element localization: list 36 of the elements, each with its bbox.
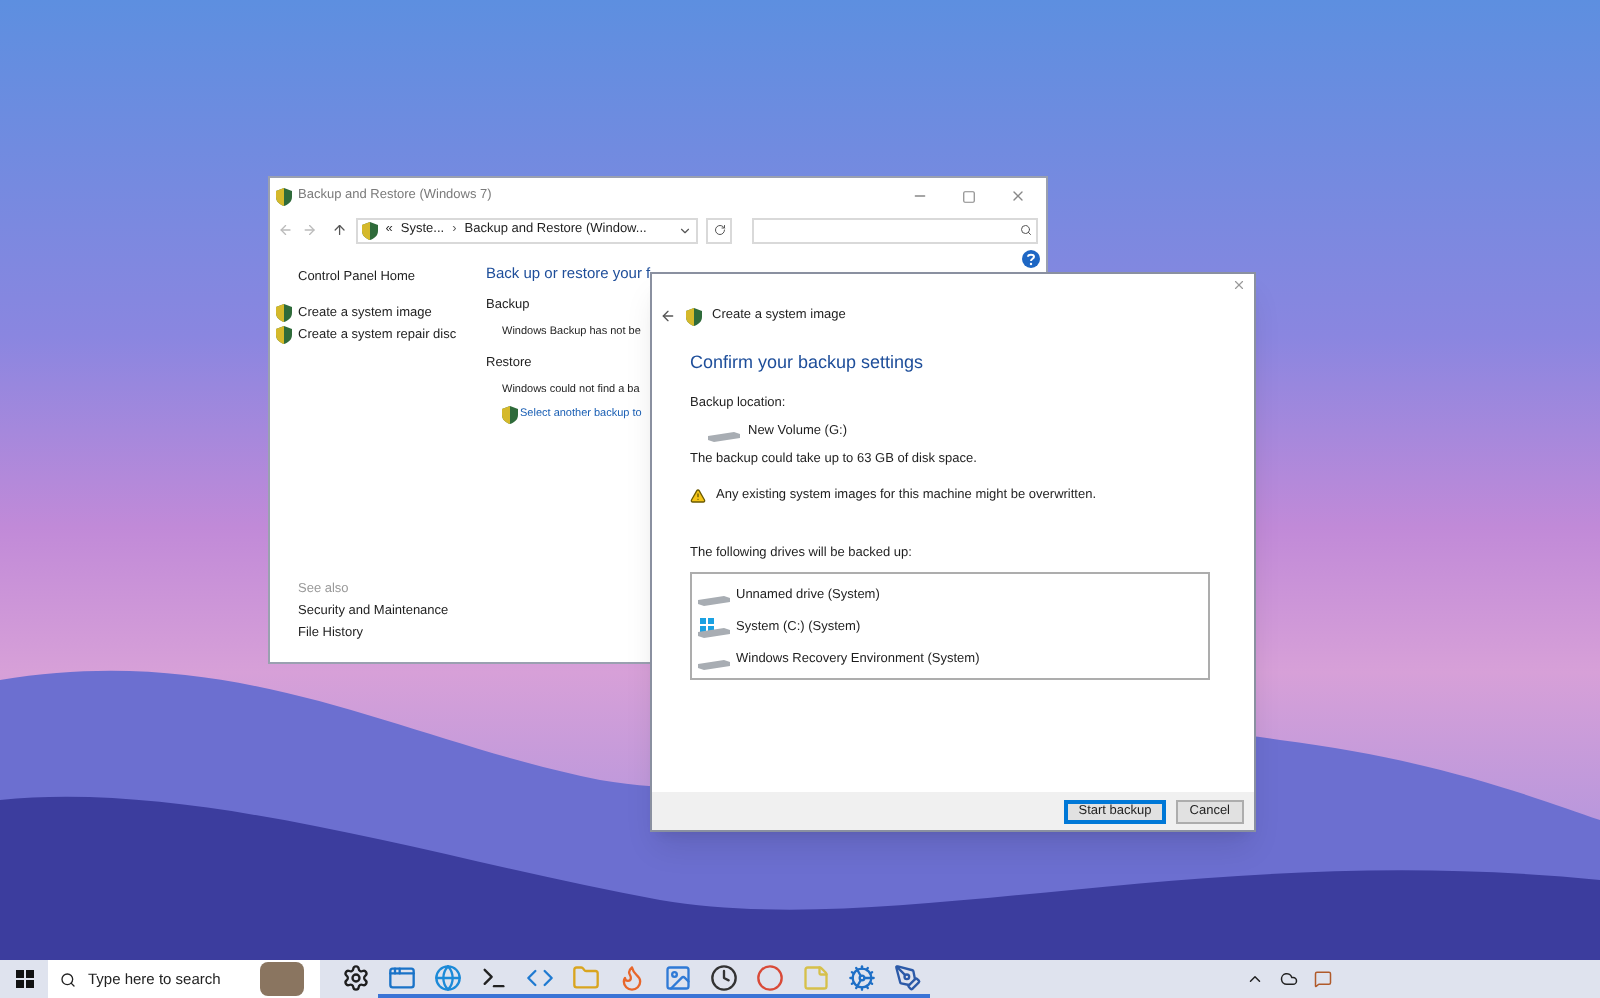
- cog-icon: [847, 963, 875, 991]
- shield-icon: [276, 304, 292, 322]
- windows-drive-icon: [698, 617, 730, 637]
- up-icon[interactable]: [332, 222, 348, 238]
- shield-icon: [502, 405, 518, 424]
- note-icon: [801, 963, 829, 991]
- help-icon[interactable]: [1022, 250, 1040, 268]
- chevron-up-icon[interactable]: [1246, 970, 1264, 988]
- folder-icon: [571, 963, 599, 991]
- chat-icon[interactable]: [1314, 970, 1332, 988]
- refresh-button[interactable]: [705, 217, 733, 243]
- close-icon[interactable]: [1010, 188, 1026, 204]
- search-icon: [60, 971, 76, 987]
- search-icon: [1020, 224, 1032, 236]
- flame-icon: [617, 963, 645, 991]
- terminal-icon: [479, 963, 507, 991]
- refresh-icon: [713, 224, 726, 236]
- globe-icon: [433, 963, 461, 991]
- window-icon: [387, 963, 415, 991]
- circle-icon: [755, 963, 783, 991]
- shield-icon: [276, 326, 292, 344]
- cloud-icon[interactable]: [1280, 970, 1298, 988]
- warning-icon: [690, 487, 706, 504]
- dropdown-caret-icon[interactable]: [677, 223, 692, 237]
- maximize-icon[interactable]: [962, 189, 976, 203]
- back-icon[interactable]: [660, 308, 676, 324]
- image-icon: [663, 963, 691, 991]
- search-field[interactable]: [752, 217, 1038, 243]
- dialog-heading: Confirm your backup settings: [690, 350, 926, 376]
- illustration-placeholder: [260, 962, 304, 996]
- gear-icon: [341, 963, 369, 991]
- close-icon[interactable]: [1232, 278, 1246, 292]
- pen-icon: [893, 963, 921, 991]
- clock-icon: [709, 963, 737, 991]
- taskbar-app[interactable]: [700, 960, 746, 998]
- windows-logo-icon: [15, 970, 33, 988]
